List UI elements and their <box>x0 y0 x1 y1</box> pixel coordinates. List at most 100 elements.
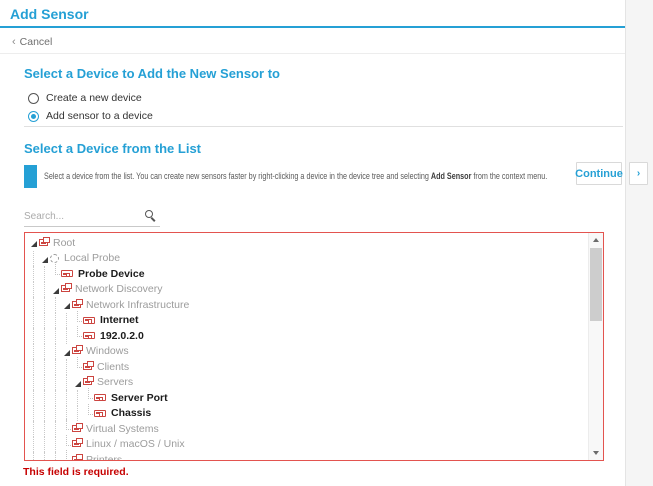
tree-guide-line <box>44 405 55 421</box>
continue-button[interactable]: Continue <box>575 162 623 185</box>
scrollbar-down-icon[interactable] <box>589 446 603 460</box>
tree-connector <box>88 403 93 415</box>
tree-node[interactable]: Virtual Systems <box>29 419 587 437</box>
tree-node-label: Servers <box>97 376 134 389</box>
radio-button-icon[interactable] <box>28 92 39 104</box>
tree-guide-line <box>66 390 77 406</box>
header-divider <box>0 53 625 54</box>
tree-guide-line <box>33 328 44 344</box>
device-search-field[interactable] <box>24 206 160 227</box>
search-icon[interactable] <box>145 209 156 221</box>
tree-guide-line <box>33 436 44 452</box>
tree-guide-line <box>33 390 44 406</box>
tree-node[interactable]: Local Probe <box>29 250 587 266</box>
tree-guide-line <box>33 405 44 421</box>
radio-create-new-device[interactable]: Create a new device <box>28 92 142 104</box>
tree-node-label: Server Port <box>111 391 168 404</box>
info-note-text: Select a device from the list. You can c… <box>44 171 547 182</box>
tree-node-label: Printers <box>86 453 123 460</box>
tree-guide-line <box>66 328 77 344</box>
group-icon <box>83 376 94 386</box>
tree-node[interactable]: Chassis <box>29 403 587 421</box>
tree-node[interactable]: Probe Device <box>29 264 587 282</box>
tree-node[interactable]: Clients <box>29 357 587 375</box>
section-divider <box>24 126 623 127</box>
tree-node[interactable]: Network Discovery <box>29 281 587 297</box>
group-icon <box>72 438 83 448</box>
tree-guide-line <box>44 436 55 452</box>
group-icon <box>72 298 83 308</box>
device-icon <box>94 409 106 417</box>
radio-label: Create a new device <box>46 92 142 104</box>
tree-node[interactable]: Network Infrastructure <box>29 297 587 313</box>
tree-guide-line <box>55 405 66 421</box>
expand-toggle-icon[interactable] <box>40 254 48 263</box>
tree-node[interactable]: Linux / macOS / Unix <box>29 434 587 452</box>
tree-node[interactable]: Server Port <box>29 388 587 406</box>
expand-toggle-icon[interactable] <box>62 347 70 356</box>
tree-guide-line <box>33 359 44 375</box>
tree-connector <box>77 310 82 322</box>
tree-guide-line <box>44 297 55 313</box>
tree-guide-line <box>55 390 66 406</box>
tree-guide-line <box>33 312 44 328</box>
tree-node-label: Network Infrastructure <box>86 298 190 311</box>
tree-guide-line <box>55 312 66 328</box>
tree-connector <box>88 388 93 400</box>
tree-connector <box>66 450 71 460</box>
tree-node-label: Local Probe <box>64 252 121 265</box>
expand-toggle-icon[interactable] <box>73 378 81 387</box>
search-input[interactable] <box>24 210 141 222</box>
tree-node[interactable]: Servers <box>29 374 587 390</box>
tree-guide-line <box>33 266 44 282</box>
probe-icon <box>50 253 59 263</box>
tree-node-label: Network Discovery <box>75 283 163 296</box>
expand-toggle-icon[interactable] <box>62 300 70 310</box>
tree-connector <box>77 326 82 338</box>
tree-guide-line <box>44 452 55 460</box>
tree-scrollbar[interactable] <box>588 233 603 460</box>
tree-node-label: Virtual Systems <box>86 422 159 435</box>
tree-guide-line <box>44 343 55 359</box>
expand-toggle-icon[interactable] <box>29 238 37 248</box>
radio-label: Add sensor to a device <box>46 110 153 122</box>
tree-node[interactable]: Windows <box>29 343 587 359</box>
tree-connector <box>66 419 71 431</box>
tree-node-label: Root <box>53 236 76 249</box>
note-text-after: from the context menu. <box>471 171 548 182</box>
scrollbar-up-icon[interactable] <box>589 233 603 247</box>
next-step-button[interactable]: › <box>629 162 648 185</box>
device-tree-box: Root Local Probe Probe Device Network Disco… <box>24 232 604 461</box>
tree-node-label: Clients <box>97 360 130 373</box>
tree-guide-line <box>33 281 44 297</box>
tree-guide-line <box>55 421 66 437</box>
note-bold-text: Add Sensor <box>430 171 472 182</box>
tree-guide-line <box>55 374 66 390</box>
note-text-before: Select a device from the list. You can c… <box>44 171 431 182</box>
cancel-button[interactable]: ‹ Cancel <box>12 36 52 48</box>
device-tree-rows: Root Local Probe Probe Device Network Disco… <box>29 235 587 460</box>
tree-connector <box>77 357 82 369</box>
tree-node[interactable]: Root <box>29 235 587 251</box>
tree-node-label: Probe Device <box>78 267 145 280</box>
tree-guide-line <box>44 359 55 375</box>
tree-node[interactable]: 192.0.2.0 <box>29 326 587 344</box>
section-heading-select-device-list: Select a Device from the List <box>24 141 202 156</box>
radio-add-sensor-to-device[interactable]: Add sensor to a device <box>28 110 153 122</box>
tree-guide-line <box>66 359 77 375</box>
tree-node[interactable]: Printers <box>29 450 587 460</box>
expand-toggle-icon[interactable] <box>51 285 59 294</box>
tree-guide-line <box>66 312 77 328</box>
group-icon <box>83 360 94 370</box>
tree-guide-line <box>44 374 55 390</box>
device-icon <box>83 316 95 324</box>
right-side-panel <box>625 0 653 486</box>
group-icon <box>72 453 83 460</box>
group-icon <box>39 236 50 246</box>
scrollbar-thumb[interactable] <box>590 248 602 321</box>
radio-button-icon[interactable] <box>28 110 39 122</box>
tree-guide-line <box>44 312 55 328</box>
tree-node-label: Chassis <box>111 407 152 420</box>
group-icon <box>72 345 83 355</box>
tree-node[interactable]: Internet <box>29 310 587 328</box>
